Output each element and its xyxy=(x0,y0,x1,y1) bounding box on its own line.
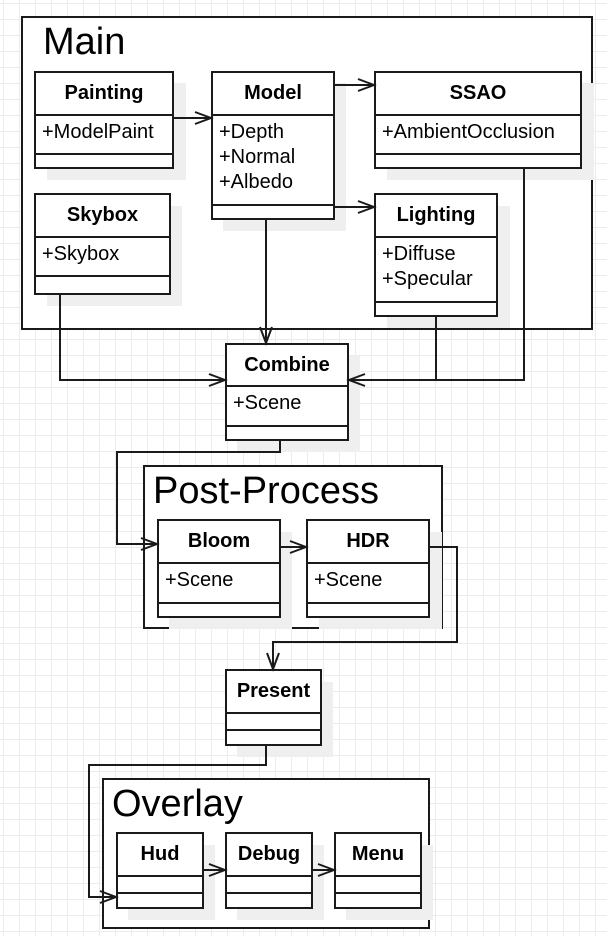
class-attributes: +ModelPaint xyxy=(36,116,172,155)
class-hdr[interactable]: HDR +Scene xyxy=(306,519,430,618)
group-title-post-process: Post-Process xyxy=(153,470,379,512)
class-attributes: +Skybox xyxy=(36,238,169,277)
class-attributes: +Scene xyxy=(159,564,279,604)
attribute: +Specular xyxy=(382,268,473,290)
class-attributes xyxy=(118,877,202,894)
attribute: +AmbientOcclusion xyxy=(382,121,555,143)
attribute: +Albedo xyxy=(219,171,293,193)
arrowhead xyxy=(266,652,280,672)
attribute: +Diffuse xyxy=(382,243,456,265)
class-attributes: +Scene xyxy=(227,387,347,427)
class-operations xyxy=(376,303,496,315)
class-attributes xyxy=(227,714,320,731)
class-name: Combine xyxy=(227,345,347,387)
class-operations xyxy=(308,604,428,616)
class-bloom[interactable]: Bloom +Scene xyxy=(157,519,281,618)
attribute: +Scene xyxy=(314,569,383,591)
class-name: Hud xyxy=(118,834,202,877)
class-name: Painting xyxy=(36,73,172,116)
attribute: +Scene xyxy=(233,392,302,414)
class-operations xyxy=(227,731,320,744)
arrowhead xyxy=(208,373,228,387)
class-hud[interactable]: Hud xyxy=(116,832,204,909)
class-model[interactable]: Model +Depth +Normal +Albedo xyxy=(211,71,335,220)
class-painting[interactable]: Painting +ModelPaint xyxy=(34,71,174,169)
class-ssao[interactable]: SSAO +AmbientOcclusion xyxy=(374,71,582,169)
class-attributes: +Depth +Normal +Albedo xyxy=(213,116,333,206)
class-operations xyxy=(376,155,580,167)
class-operations xyxy=(227,427,347,439)
class-name: Bloom xyxy=(159,521,279,564)
attribute: +Normal xyxy=(219,146,296,168)
class-attributes xyxy=(336,877,420,894)
class-operations xyxy=(36,155,172,167)
class-operations xyxy=(159,604,279,616)
class-attributes xyxy=(227,877,311,894)
class-combine[interactable]: Combine +Scene xyxy=(225,343,349,441)
attribute: +ModelPaint xyxy=(42,121,154,143)
class-name: Debug xyxy=(227,834,311,877)
class-name: Present xyxy=(227,671,320,714)
class-debug[interactable]: Debug xyxy=(225,832,313,909)
class-operations xyxy=(213,206,333,218)
class-lighting[interactable]: Lighting +Diffuse +Specular xyxy=(374,193,498,317)
attribute: +Scene xyxy=(165,569,234,591)
class-name: Model xyxy=(213,73,333,116)
class-operations xyxy=(227,894,311,907)
class-skybox[interactable]: Skybox +Skybox xyxy=(34,193,171,295)
group-title-main: Main xyxy=(43,21,126,63)
class-name: SSAO xyxy=(376,73,580,116)
class-name: Lighting xyxy=(376,195,496,238)
class-name: Skybox xyxy=(36,195,169,238)
class-menu[interactable]: Menu xyxy=(334,832,422,909)
class-attributes: +Scene xyxy=(308,564,428,604)
class-name: Menu xyxy=(336,834,420,877)
class-operations xyxy=(336,894,420,907)
class-attributes: +AmbientOcclusion xyxy=(376,116,580,155)
class-name: HDR xyxy=(308,521,428,564)
attribute: +Skybox xyxy=(42,243,120,265)
attribute: +Depth xyxy=(219,121,285,143)
class-present[interactable]: Present xyxy=(225,669,322,746)
class-attributes: +Diffuse +Specular xyxy=(376,238,496,303)
class-operations xyxy=(118,894,202,907)
group-title-overlay: Overlay xyxy=(112,783,243,825)
class-operations xyxy=(36,277,169,293)
